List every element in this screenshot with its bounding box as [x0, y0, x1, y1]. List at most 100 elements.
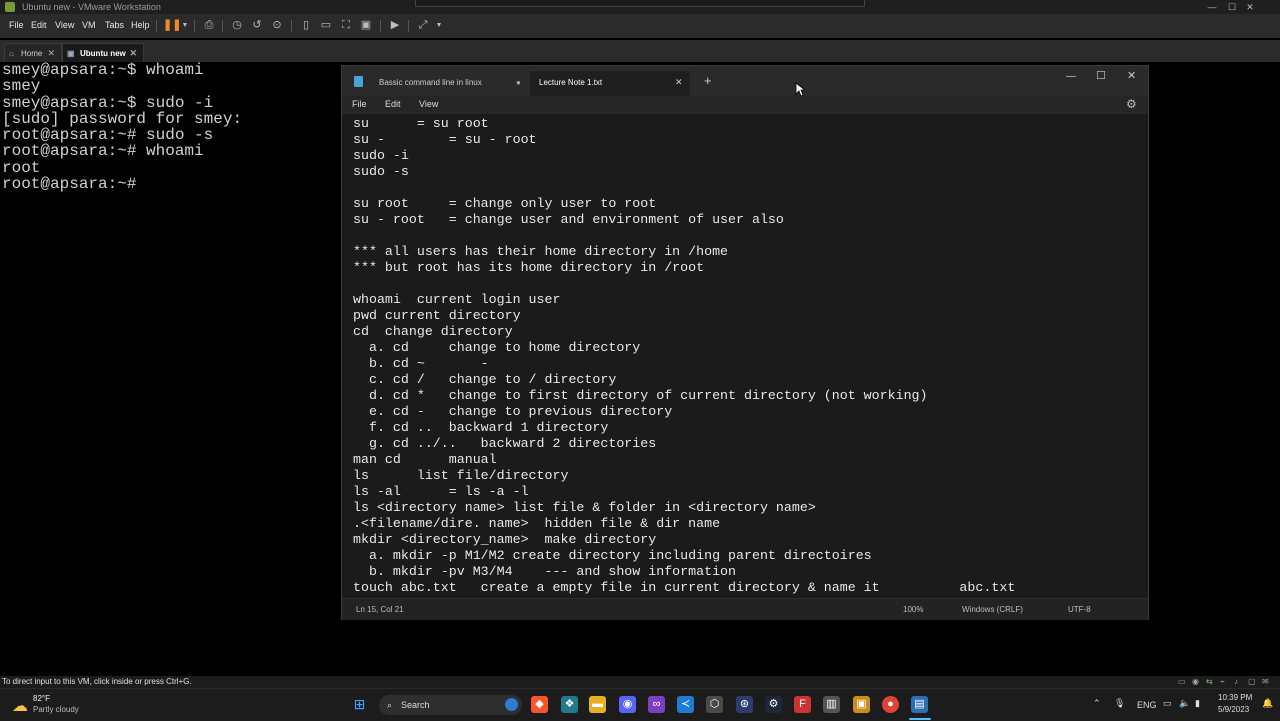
thumbnail-icon[interactable]: ▭	[319, 19, 333, 32]
vm-title-search-area[interactable]	[415, 0, 865, 7]
editor-line: sudo -s	[353, 164, 409, 179]
terminal-line: root@apsara:~# whoami	[2, 142, 204, 161]
minimize-icon[interactable]: —	[1202, 0, 1222, 14]
notepad-menu-file[interactable]: File	[352, 99, 367, 109]
visual-studio-icon[interactable]: ∞	[648, 696, 665, 713]
stretch-guest-icon[interactable]: ⤢	[416, 19, 430, 32]
notepad-icon[interactable]: ▤	[911, 696, 928, 713]
network-icon[interactable]: ⇆	[1206, 676, 1213, 688]
app-icon[interactable]: F	[794, 696, 811, 713]
pause-icon[interactable]: ❚❚	[163, 19, 181, 32]
display-icon[interactable]: ▢	[1248, 676, 1256, 688]
steam-icon[interactable]: ⚙	[765, 696, 782, 713]
terminal-line: smey@apsara:~$ whoami	[2, 61, 204, 79]
weather-desc[interactable]: Partly cloudy	[33, 705, 79, 714]
notepad-menu-view[interactable]: View	[419, 99, 438, 109]
terminal-line: root@apsara:~# sudo -s	[2, 126, 214, 145]
language-indicator[interactable]: ENG	[1137, 700, 1157, 710]
notepad-statusbar: Ln 15, Col 21 100% Windows (CRLF) UTF-8	[342, 598, 1148, 620]
maximize-icon[interactable]: ☐	[1222, 0, 1242, 14]
search-icon: ⌕	[387, 700, 393, 710]
display-icon[interactable]: ▭	[1163, 698, 1172, 709]
toolbar-divider	[222, 20, 223, 32]
unsaved-dot-icon[interactable]: ●	[516, 71, 521, 94]
brave-browser-icon[interactable]: ◆	[531, 696, 548, 713]
vm-menu-tabs[interactable]: Tabs	[105, 20, 124, 30]
vmware-icon[interactable]: ▣	[853, 696, 870, 713]
notepad-tab-bar: Bassic command line in linux ● Lecture N…	[342, 66, 1148, 96]
cd-icon[interactable]: ◉	[1192, 676, 1199, 688]
notepad-text-editor[interactable]: su = su root su - = su - root sudo -i sudo …	[342, 114, 1148, 598]
volume-icon[interactable]: 🔈	[1179, 698, 1190, 709]
new-tab-icon[interactable]: +	[704, 73, 712, 88]
clock-date[interactable]: 5/9/2023	[1218, 705, 1249, 714]
usb-icon[interactable]: ⌁	[1220, 676, 1225, 688]
vm-window-title: Ubuntu new - VMware Workstation	[22, 2, 161, 12]
app-icon[interactable]: ❖	[561, 696, 578, 713]
snapshot-manager-icon[interactable]: ⊙	[270, 19, 284, 32]
vm-menu-vm[interactable]: VM	[82, 20, 96, 30]
chevron-up-icon[interactable]: ⌃	[1093, 698, 1101, 709]
clock-time[interactable]: 10:39 PM	[1218, 693, 1252, 702]
vm-menubar: File Edit View VM Tabs Help ❚❚ ▼ ⎙ ◷ ↺ ⊙…	[0, 14, 1280, 38]
editor-line: su - root = change user and environment …	[353, 212, 784, 227]
app-icon[interactable]: ▥	[823, 696, 840, 713]
windows-start-icon[interactable]: ⊞	[351, 696, 368, 713]
discord-icon[interactable]: ◉	[619, 696, 636, 713]
hdd-icon[interactable]: ▭	[1178, 676, 1186, 688]
revert-snapshot-icon[interactable]: ↺	[250, 19, 264, 32]
tab-lecture-note[interactable]: Lecture Note 1.txt ✕	[530, 71, 690, 96]
vm-menu-edit[interactable]: Edit	[31, 20, 47, 30]
tab-basic-command-line[interactable]: Bassic command line in linux ●	[370, 71, 530, 96]
snapshot-icon[interactable]: ◷	[230, 19, 244, 32]
sound-icon[interactable]: ♪	[1234, 676, 1238, 688]
vm-menu-help[interactable]: Help	[131, 20, 150, 30]
vm-status-bar: To direct input to this VM, click inside…	[0, 676, 1280, 688]
terminal-output[interactable]: smey@apsara:~$ whoami smey smey@apsara:~$ …	[0, 62, 342, 674]
vm-menu-view[interactable]: View	[55, 20, 74, 30]
app-icon[interactable]: ⬡	[706, 696, 723, 713]
chevron-down-icon[interactable]: ▼	[178, 19, 192, 32]
app-icon[interactable]: ⊛	[736, 696, 753, 713]
vscode-icon[interactable]: ≺	[677, 696, 694, 713]
editor-line: *** all users has their home directory i…	[353, 244, 729, 259]
line-ending[interactable]: Windows (CRLF)	[962, 599, 1023, 620]
chrome-icon[interactable]: ●	[882, 696, 899, 713]
editor-line: su = su root	[353, 116, 489, 131]
close-icon[interactable]: ✕	[675, 71, 683, 94]
fullscreen-icon[interactable]: ⛶	[339, 19, 353, 32]
editor-content: su = su root su - = su - root sudo -i sudo …	[353, 116, 1015, 596]
bing-icon	[505, 698, 518, 711]
console-view-icon[interactable]: ▶	[388, 19, 402, 32]
weather-icon[interactable]: ☁	[12, 696, 28, 716]
unity-icon[interactable]: ▣	[359, 19, 373, 32]
vm-status-message: To direct input to this VM, click inside…	[2, 677, 192, 686]
weather-temp[interactable]: 82°F	[33, 694, 50, 703]
toolbar-divider	[380, 20, 381, 32]
vm-menu-file[interactable]: File	[9, 20, 24, 30]
toolbar-divider	[194, 20, 195, 32]
battery-icon[interactable]: ▮	[1195, 698, 1200, 709]
microphone-icon[interactable]: 🎙	[1114, 698, 1125, 709]
close-icon[interactable]: ✕	[1127, 69, 1136, 82]
sidebar-toggle-icon[interactable]: ▯	[299, 19, 313, 32]
editor-line: man cd manual	[353, 452, 497, 467]
maximize-icon[interactable]: ☐	[1096, 69, 1106, 82]
tab-label: Lecture Note 1.txt	[539, 78, 603, 87]
encoding[interactable]: UTF-8	[1068, 599, 1091, 620]
minimize-icon[interactable]: —	[1066, 71, 1076, 82]
notification-icon[interactable]: 🔔	[1262, 698, 1273, 709]
tab-label: Bassic command line in linux	[379, 78, 482, 87]
file-explorer-icon[interactable]: ▬	[589, 696, 606, 713]
send-ctrl-alt-del-icon[interactable]: ⎙	[202, 19, 216, 32]
chevron-down-icon[interactable]: ▼	[432, 19, 446, 32]
editor-line: sudo -i	[353, 148, 409, 163]
taskbar-search[interactable]: ⌕ Search	[379, 695, 522, 715]
editor-line: a. cd change to home directory	[353, 340, 641, 355]
message-icon[interactable]: ✉	[1262, 676, 1269, 688]
settings-gear-icon[interactable]: ⚙	[1126, 97, 1137, 111]
editor-line: touch abc.txt create a empty file in cur…	[353, 580, 1016, 595]
close-icon[interactable]: ✕	[1240, 0, 1260, 14]
zoom-level[interactable]: 100%	[903, 599, 923, 620]
notepad-menu-edit[interactable]: Edit	[385, 99, 401, 109]
